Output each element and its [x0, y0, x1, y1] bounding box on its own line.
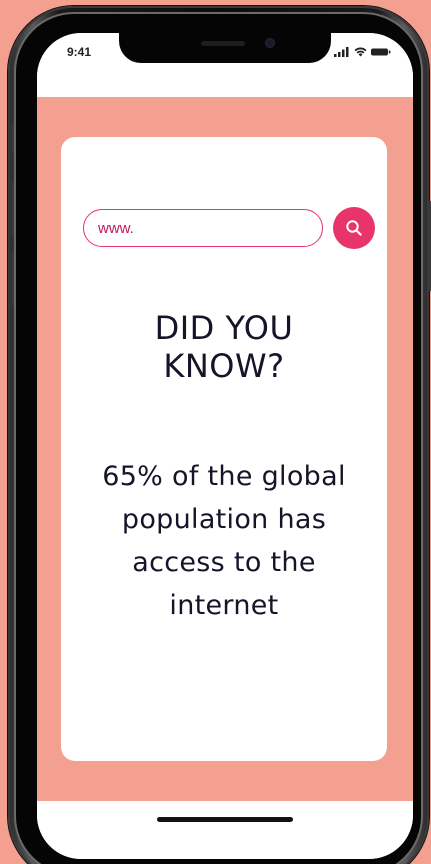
status-icons	[334, 47, 391, 57]
headline: DID YOU KNOW?	[61, 309, 387, 385]
status-time: 9:41	[67, 45, 92, 59]
home-indicator[interactable]	[157, 817, 293, 822]
fact-card: www. DID YOU KNOW? 65% of the global pop…	[61, 137, 387, 761]
wifi-icon	[354, 47, 367, 57]
fact-line-1: 65% of the global	[102, 461, 346, 492]
content-background: www. DID YOU KNOW? 65% of the global pop…	[37, 97, 413, 801]
fact-line-3: access to the	[132, 547, 316, 578]
search-bar: www.	[83, 207, 377, 251]
battery-icon	[371, 48, 391, 56]
headline-line-1: DID YOU	[154, 309, 294, 347]
signal-icon	[334, 47, 349, 57]
search-icon	[346, 220, 362, 236]
status-bar: 9:41	[37, 33, 413, 97]
stage: 9:41 www. DID YOU KNOW? 65% of the globa…	[0, 0, 431, 864]
notch	[119, 33, 331, 63]
fact-line-2: population has	[121, 504, 327, 535]
url-search-input[interactable]: www.	[83, 209, 323, 247]
fact-text: 65% of the global population has access …	[69, 455, 379, 627]
front-camera	[265, 38, 275, 48]
phone-screen: 9:41 www. DID YOU KNOW? 65% of the globa…	[37, 33, 413, 859]
speaker-grille	[201, 41, 245, 46]
fact-line-4: internet	[169, 590, 279, 621]
search-button[interactable]	[333, 207, 375, 249]
home-bar-area	[37, 801, 413, 859]
power-button	[427, 201, 431, 291]
headline-line-2: KNOW?	[163, 347, 285, 385]
